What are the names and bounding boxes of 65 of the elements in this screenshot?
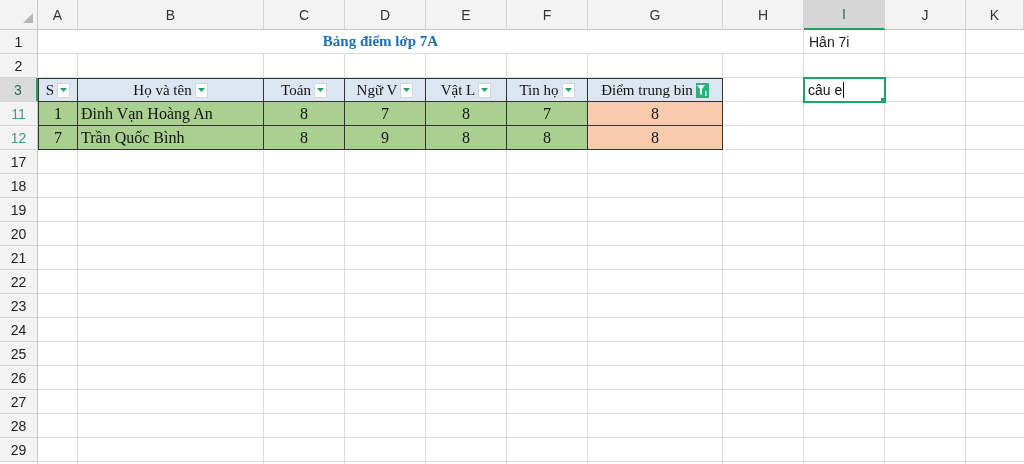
table-cell: 8	[264, 102, 345, 126]
table-cell: 8	[426, 102, 507, 126]
row-header[interactable]: 25	[0, 342, 38, 366]
row-header[interactable]: 20	[0, 222, 38, 246]
column-header[interactable]: E	[426, 0, 507, 30]
filter-applied-button[interactable]	[695, 82, 709, 98]
caret-icon	[316, 88, 324, 92]
column-heading: Điểm trung bin	[601, 81, 693, 99]
row-header[interactable]: 18	[0, 174, 38, 198]
row-header[interactable]: 21	[0, 246, 38, 270]
row-header[interactable]: 17	[0, 150, 38, 174]
row-header[interactable]: 22	[0, 270, 38, 294]
filter-dropdown-button[interactable]	[194, 82, 208, 98]
column-heading: Họ và tên	[133, 81, 192, 99]
select-all-icon[interactable]	[23, 13, 33, 23]
table-cell: 8	[426, 126, 507, 150]
column-heading: S	[45, 81, 55, 99]
filter-dropdown-button[interactable]	[57, 82, 71, 98]
table-cell: 1	[38, 102, 78, 126]
column-header[interactable]: I	[804, 0, 885, 30]
column-heading: Toán	[281, 81, 311, 99]
column-header[interactable]: F	[507, 0, 588, 30]
row-header[interactable]: 1	[0, 30, 38, 54]
column-header[interactable]: C	[264, 0, 345, 30]
column-heading: Tin họ	[519, 81, 559, 99]
column-heading: Ngữ V	[356, 81, 398, 99]
column-header[interactable]: A	[38, 0, 78, 30]
caret-icon	[403, 88, 411, 92]
column-header[interactable]: K	[966, 0, 1024, 30]
table-cell: 8	[507, 126, 588, 150]
column-header[interactable]: D	[345, 0, 426, 30]
table-cell: Trần Quốc Bình	[78, 126, 264, 150]
column-header[interactable]: J	[885, 0, 966, 30]
filter-dropdown-button[interactable]	[561, 82, 575, 98]
row-header[interactable]: 29	[0, 438, 38, 462]
row-header[interactable]: 2	[0, 54, 38, 78]
filter-dropdown-button[interactable]	[313, 82, 327, 98]
column-header[interactable]: B	[78, 0, 264, 30]
row-header[interactable]: 19	[0, 198, 38, 222]
table-cell: 8	[588, 126, 723, 150]
funnel-icon	[697, 84, 708, 96]
table-cell: 7	[507, 102, 588, 126]
caret-icon	[481, 88, 489, 92]
table-cell: Đinh Vạn Hoàng An	[78, 102, 264, 126]
column-heading: Vật L	[440, 81, 476, 99]
row-header[interactable]: 27	[0, 390, 38, 414]
filter-dropdown-button[interactable]	[400, 82, 414, 98]
table-cell: 7	[38, 126, 78, 150]
column-header[interactable]: G	[588, 0, 723, 30]
caret-icon	[60, 88, 68, 92]
caret-icon	[197, 88, 205, 92]
caret-icon	[564, 88, 572, 92]
row-header[interactable]: 3	[0, 78, 38, 102]
filter-dropdown-button[interactable]	[478, 82, 492, 98]
table-cell: 8	[588, 102, 723, 126]
active-cell-input[interactable]: câu e	[803, 77, 886, 103]
row-header[interactable]: 23	[0, 294, 38, 318]
table-cell: 9	[345, 126, 426, 150]
row-header[interactable]: 26	[0, 366, 38, 390]
column-header[interactable]: H	[723, 0, 804, 30]
cell-text: Hân 7i	[808, 34, 850, 50]
table-cell: 7	[345, 102, 426, 126]
row-header[interactable]: 28	[0, 414, 38, 438]
row-header[interactable]: 24	[0, 318, 38, 342]
table-cell: 8	[264, 126, 345, 150]
